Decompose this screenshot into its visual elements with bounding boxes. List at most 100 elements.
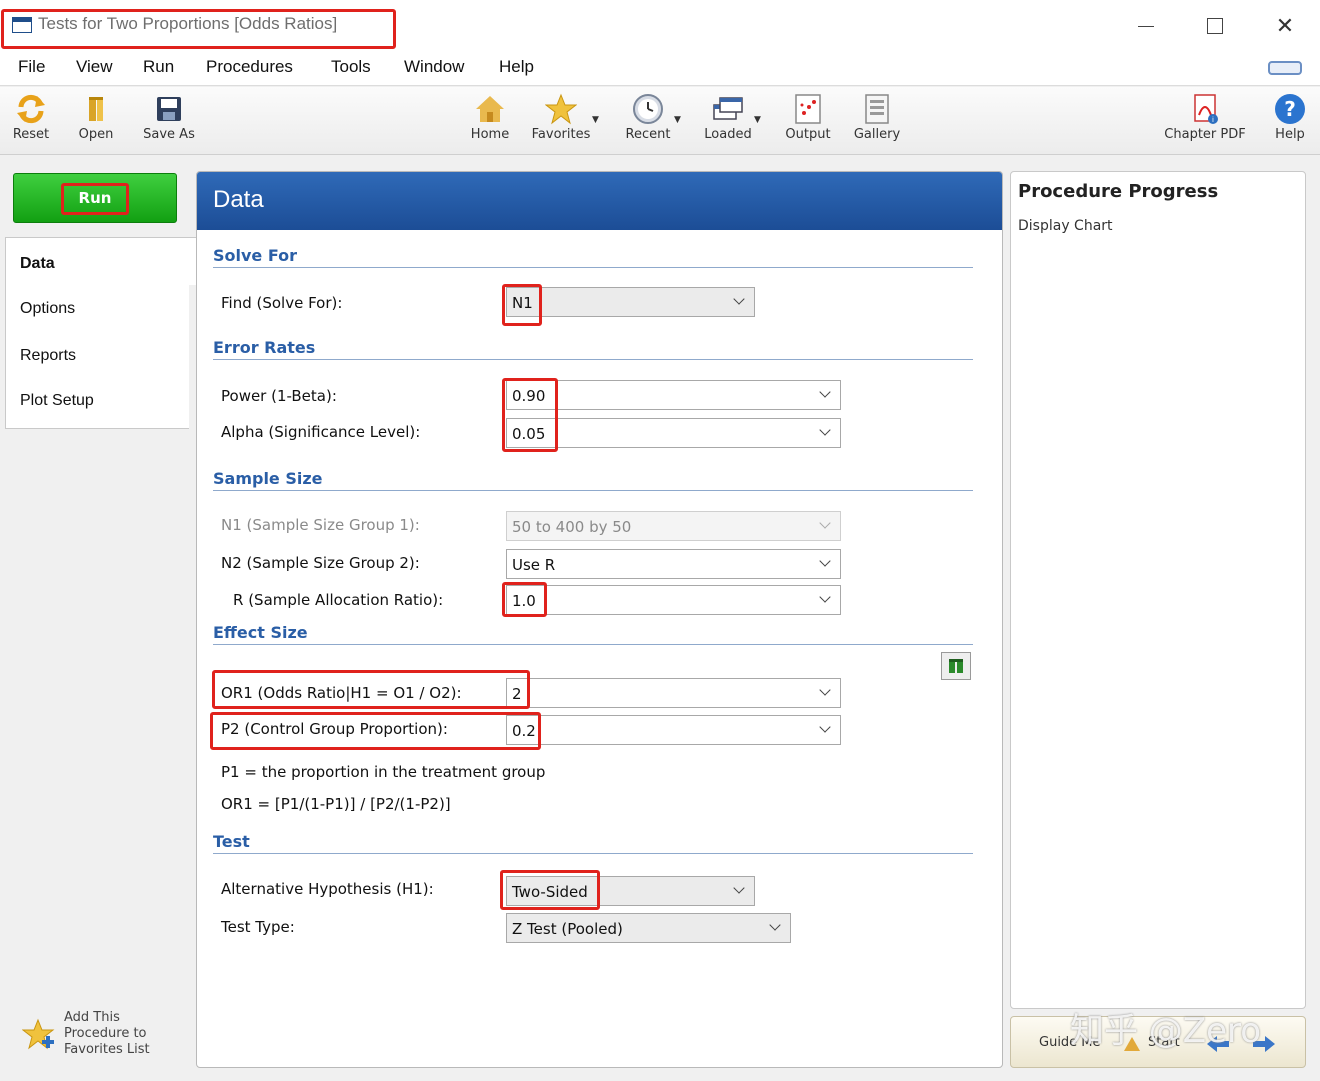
chevron-down-icon [732,882,748,898]
chevron-down-icon [818,424,834,440]
find-select[interactable]: N1 [506,287,755,317]
chevron-down-icon [768,919,784,935]
output-label: Output [785,127,831,142]
menu-procedures[interactable]: Procedures [206,57,293,77]
chevron-down-icon [732,293,748,309]
effect-size-calculator-button[interactable] [941,652,971,680]
run-button[interactable]: Run [13,173,177,223]
favorites-text-line3: Favorites List [64,1042,150,1057]
section-test: Test [213,832,973,854]
menu-bar: File View Run Procedures Tools Window He… [0,50,1320,86]
watermark: 知乎 @Zero [1070,1011,1262,1051]
data-panel-title: Data [213,186,264,213]
favorites-dropdown-icon: ▼ [592,115,599,125]
window-title: Tests for Two Proportions [Odds Ratios] [38,14,338,33]
power-input[interactable]: 0.90 [506,380,841,410]
section-effect-size: Effect Size [213,623,973,645]
data-panel-header: Data [197,172,1002,230]
chevron-down-icon [818,555,834,571]
clock-icon [632,93,664,125]
note-or1: OR1 = [P1/(1-P1)] / [P2/(1-P2)] [221,795,451,813]
save-as-label: Save As [143,127,195,142]
menu-tools[interactable]: Tools [331,57,371,77]
chevron-down-icon [818,721,834,737]
restore-layout-button[interactable] [1268,61,1302,75]
alpha-value: 0.05 [512,425,546,443]
chapter-pdf-label: Chapter PDF [1164,127,1246,142]
test-type-value: Z Test (Pooled) [512,920,623,938]
or1-input[interactable]: 2 [506,678,841,708]
gallery-label: Gallery [853,127,901,142]
run-label: Run [78,189,112,207]
p2-label: P2 (Control Group Proportion): [221,720,448,738]
chevron-down-icon [818,684,834,700]
chevron-down-icon [818,517,834,533]
windows-icon [712,93,744,125]
r-input[interactable]: 1.0 [506,585,841,615]
recent-dropdown-icon: ▼ [674,115,681,125]
favorites-text-line1: Add This [64,1010,120,1025]
maximize-button[interactable] [1193,10,1237,42]
recent-button[interactable]: Recent ▼ [624,93,681,142]
power-label: Power (1-Beta): [221,387,337,405]
n1-value: 50 to 400 by 50 [512,518,632,536]
pdf-icon: i [1189,93,1221,125]
find-label: Find (Solve For): [221,294,343,312]
n1-input: 50 to 400 by 50 [506,511,841,541]
alpha-input[interactable]: 0.05 [506,418,841,448]
open-button[interactable]: Open [74,93,118,142]
output-button[interactable]: Output [784,93,832,142]
p2-value: 0.2 [512,722,536,740]
find-value: N1 [512,294,533,312]
menu-file[interactable]: File [18,57,45,77]
home-button[interactable]: Home [468,93,512,142]
nav-tab-data[interactable]: Data [20,255,55,273]
section-sample-size: Sample Size [213,469,973,491]
nav-tab-reports[interactable]: Reports [20,347,76,365]
nav-tab-options[interactable]: Options [20,300,75,318]
toolbar: Reset Open Save As Home Favorites ▼ Rece… [0,87,1320,155]
add-to-favorites-link[interactable]: Add This Procedure to Favorites List [21,1008,182,1063]
n2-label: N2 (Sample Size Group 2): [221,554,420,572]
alt-hypothesis-select[interactable]: Two-Sided [506,876,755,906]
n1-label: N1 (Sample Size Group 1): [221,516,420,534]
reset-button[interactable]: Reset [8,93,54,142]
note-p1: P1 = the proportion in the treatment gro… [221,763,546,781]
close-button[interactable]: ✕ [1263,10,1307,42]
loaded-button[interactable]: Loaded ▼ [704,93,761,142]
save-disk-icon [153,93,185,125]
menu-window[interactable]: Window [404,57,464,77]
chapter-pdf-button[interactable]: i Chapter PDF [1160,93,1250,142]
procedure-progress-panel: Procedure Progress Display Chart [1010,171,1306,1009]
favorites-button[interactable]: Favorites ▼ [530,93,599,142]
calculator-icon [949,659,963,673]
n2-input[interactable]: Use R [506,549,841,579]
menu-run[interactable]: Run [143,57,174,77]
open-folder-icon [80,93,112,125]
test-type-select[interactable]: Z Test (Pooled) [506,913,791,943]
procedure-progress-title: Procedure Progress [1018,181,1219,202]
display-chart-link[interactable]: Display Chart [1018,218,1113,234]
open-label: Open [78,127,114,142]
help-icon: ? [1274,93,1306,125]
reset-label: Reset [12,127,50,142]
star-icon [544,93,578,125]
minimize-button[interactable] [1124,10,1168,42]
gallery-button[interactable]: Gallery [852,93,902,142]
p2-input[interactable]: 0.2 [506,715,841,745]
nav-tab-plot-setup[interactable]: Plot Setup [20,392,94,410]
menu-help[interactable]: Help [499,57,534,77]
n2-value: Use R [512,556,556,574]
menu-view[interactable]: View [76,57,113,77]
help-button[interactable]: ? Help [1268,93,1312,142]
test-type-label: Test Type: [221,918,295,936]
alpha-label: Alpha (Significance Level): [221,423,421,441]
home-icon [474,93,506,125]
close-icon: ✕ [1275,13,1295,39]
favorites-text: Add This Procedure to Favorites List [64,1010,150,1058]
reset-icon [15,93,47,125]
favorites-text-line2: Procedure to [64,1026,147,1041]
power-value: 0.90 [512,387,546,405]
or1-label: OR1 (Odds Ratio|H1 = O1 / O2): [221,684,462,702]
save-as-button[interactable]: Save As [140,93,198,142]
